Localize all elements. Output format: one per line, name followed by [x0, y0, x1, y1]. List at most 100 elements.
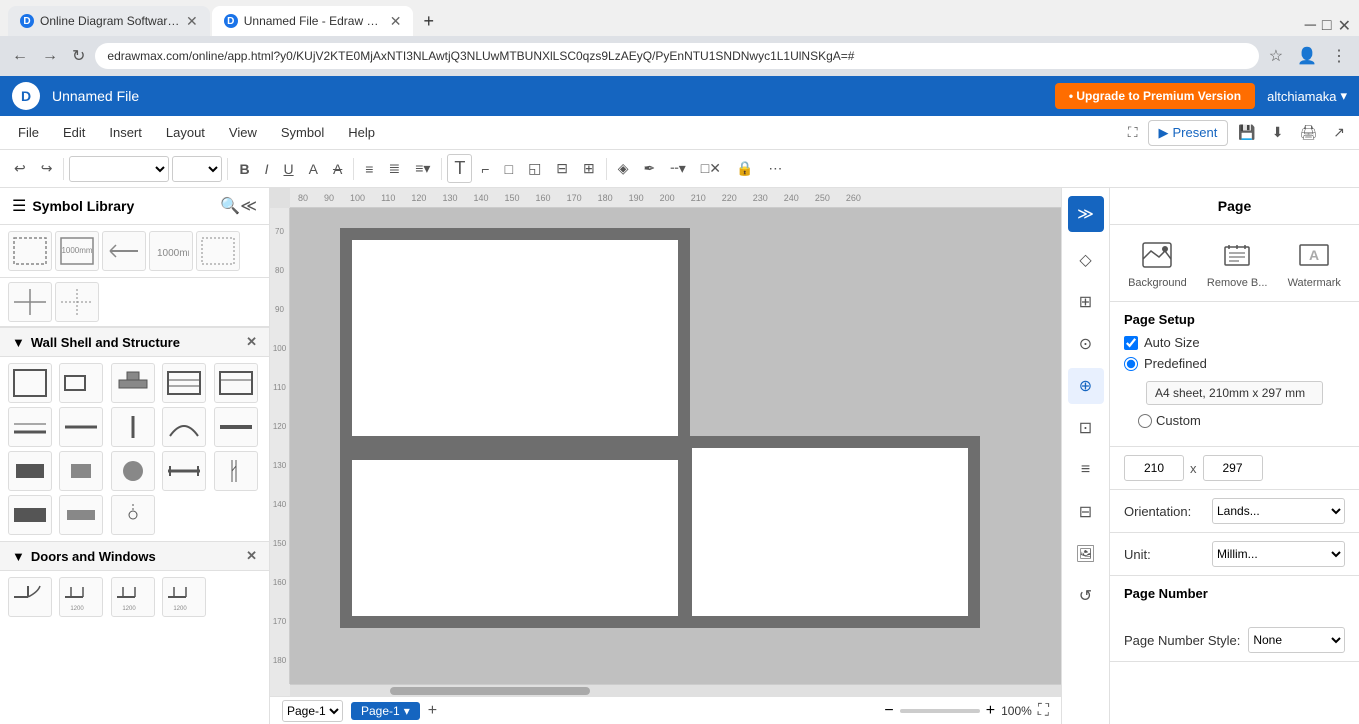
strip-expand-button[interactable]: ≫	[1068, 196, 1104, 232]
wall-item-11[interactable]	[8, 451, 52, 491]
floor-plan-svg[interactable]	[330, 218, 990, 638]
minimize-button[interactable]: ─	[1305, 17, 1316, 35]
save-button[interactable]: 💾	[1232, 120, 1261, 145]
address-input[interactable]	[95, 43, 1258, 69]
symbol-preview-4[interactable]: 1000mm	[149, 231, 193, 271]
maximize-button[interactable]: □	[1322, 17, 1332, 35]
page-number-style-select[interactable]: None	[1248, 627, 1345, 653]
wall-item-1[interactable]	[8, 363, 52, 403]
orientation-select[interactable]: Lands...	[1212, 498, 1345, 524]
strip-map-button[interactable]: ⊡	[1068, 410, 1104, 446]
fullscreen-button[interactable]: ⛶	[1038, 702, 1049, 720]
custom-radio[interactable]	[1138, 414, 1152, 428]
door-item-1[interactable]	[8, 577, 52, 617]
wall-item-4[interactable]	[162, 363, 206, 403]
forward-button[interactable]: →	[38, 43, 62, 69]
wall-item-7[interactable]	[59, 407, 103, 447]
page-tab-active[interactable]: Page-1 ▾	[351, 702, 420, 720]
strip-layers-button[interactable]: ⊕	[1068, 368, 1104, 404]
menu-item-layout[interactable]: Layout	[156, 121, 215, 144]
redo-button[interactable]: ↪	[35, 156, 59, 181]
strip-insert-button[interactable]: ⊙	[1068, 326, 1104, 362]
tab-active[interactable]: D Unnamed File - Edraw Max ✕	[212, 6, 414, 36]
wall-item-17[interactable]	[59, 495, 103, 535]
shadow-button[interactable]: ◱	[522, 156, 547, 181]
wall-item-10[interactable]	[214, 407, 258, 447]
wall-item-18[interactable]	[111, 495, 155, 535]
canvas-content[interactable]	[290, 208, 1061, 684]
door-item-3[interactable]: 1200	[111, 577, 155, 617]
background-icon-item[interactable]: Background	[1128, 237, 1187, 289]
strikethrough-button[interactable]: A	[327, 157, 348, 181]
door-item-2[interactable]: 1200	[59, 577, 103, 617]
line-weight-button[interactable]: □✕	[695, 156, 727, 181]
menu-item-insert[interactable]: Insert	[99, 121, 152, 144]
strip-history-button[interactable]: ↺	[1068, 578, 1104, 614]
profile-button[interactable]: 👤	[1293, 42, 1321, 70]
group-button[interactable]: ⊞	[577, 156, 601, 181]
menu-item-edit[interactable]: Edit	[53, 121, 95, 144]
wall-item-8[interactable]	[111, 407, 155, 447]
undo-button[interactable]: ↩	[8, 156, 32, 181]
back-button[interactable]: ←	[8, 43, 32, 69]
symbol-cross-2[interactable]	[55, 282, 99, 322]
zoom-slider[interactable]	[900, 709, 980, 713]
share-button[interactable]: ↗	[1327, 120, 1351, 145]
wall-item-16[interactable]	[8, 495, 52, 535]
print-button[interactable]: 🖨	[1293, 120, 1323, 145]
scrollbar-horizontal[interactable]	[290, 684, 1061, 696]
download-button[interactable]: ⬇	[1266, 120, 1290, 145]
wall-item-5[interactable]	[214, 363, 258, 403]
zoom-minus-button[interactable]: −	[884, 702, 893, 720]
wall-item-6[interactable]	[8, 407, 52, 447]
align-button[interactable]: ⊟	[550, 156, 574, 181]
tab-inactive[interactable]: D Online Diagram Software - Edra... ✕	[8, 6, 210, 36]
width-input[interactable]	[1124, 455, 1184, 481]
font-size-select[interactable]	[172, 156, 222, 182]
symbol-preview-2[interactable]: 1000mm	[55, 231, 99, 271]
zoom-plus-button[interactable]: +	[986, 702, 995, 720]
wall-item-12[interactable]	[59, 451, 103, 491]
section-doors-windows[interactable]: ▼ Doors and Windows ✕	[0, 541, 269, 571]
door-item-4[interactable]: 1200	[162, 577, 206, 617]
lock-button[interactable]: 🔒	[730, 156, 759, 181]
height-input[interactable]	[1203, 455, 1263, 481]
more-button[interactable]: ⋯	[762, 156, 788, 181]
wall-item-15[interactable]	[214, 451, 258, 491]
strip-page-button[interactable]: ⊟	[1068, 494, 1104, 530]
menu-item-file[interactable]: File	[8, 121, 49, 144]
refresh-button[interactable]: ↻	[68, 42, 89, 70]
watermark-icon-item[interactable]: A Watermark	[1288, 237, 1341, 289]
wall-item-14[interactable]	[162, 451, 206, 491]
wall-item-3[interactable]	[111, 363, 155, 403]
remove-bg-icon-item[interactable]: Remove B...	[1207, 237, 1268, 289]
unit-select[interactable]: Millim...	[1212, 541, 1345, 567]
predefined-radio[interactable]	[1124, 357, 1138, 371]
connector-button[interactable]: ⌐	[475, 157, 495, 181]
strip-properties-button[interactable]: ≡	[1068, 452, 1104, 488]
section-close-icon[interactable]: ✕	[246, 334, 257, 350]
menu-button[interactable]: ⋮	[1327, 42, 1351, 70]
present-button[interactable]: ▶ Present	[1148, 120, 1229, 146]
upgrade-button[interactable]: Upgrade to Premium Version	[1055, 83, 1255, 109]
sidebar-search-button[interactable]: 🔍	[220, 196, 240, 216]
full-screen-button[interactable]: ⛶	[1122, 120, 1144, 145]
strip-style-button[interactable]: ◇	[1068, 242, 1104, 278]
symbol-preview-1[interactable]	[8, 231, 52, 271]
new-tab-button[interactable]: +	[415, 6, 451, 36]
format-button[interactable]: ≡▾	[409, 156, 436, 181]
user-menu[interactable]: altchiamaka ▾	[1267, 88, 1347, 104]
align-left-button[interactable]: ≡	[359, 157, 379, 181]
italic-button[interactable]: I	[259, 157, 275, 181]
auto-size-checkbox[interactable]	[1124, 336, 1138, 350]
symbol-preview-5[interactable]	[196, 231, 240, 271]
sidebar-collapse-button[interactable]: ≪	[240, 196, 257, 216]
line-color-button[interactable]: ✒	[638, 156, 662, 181]
add-page-button[interactable]: +	[428, 702, 437, 720]
tab-close-active[interactable]: ✕	[390, 13, 402, 30]
fill-color-button[interactable]: ◈	[612, 156, 635, 181]
menu-item-symbol[interactable]: Symbol	[271, 121, 334, 144]
scrollbar-thumb-h[interactable]	[390, 687, 590, 695]
font-color-button[interactable]: A	[303, 157, 324, 181]
line-style-button[interactable]: ╌▾	[664, 156, 691, 181]
